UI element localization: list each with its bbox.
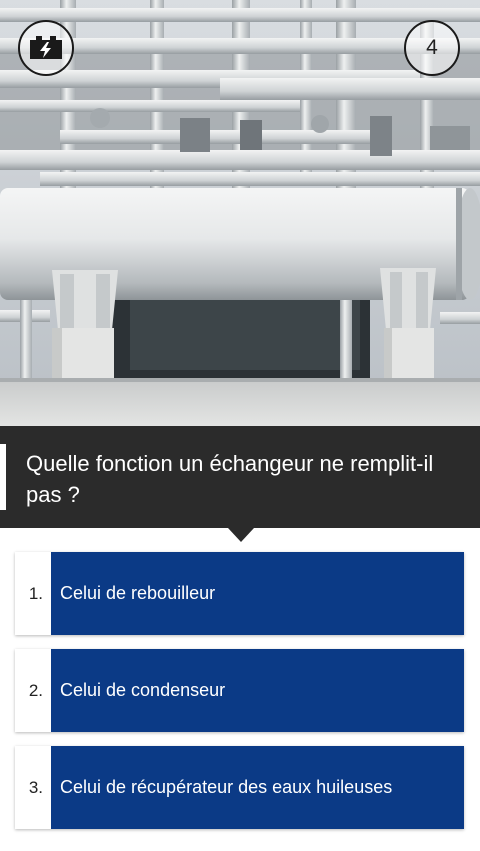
question-text: Quelle fonction un échangeur ne remplit-… xyxy=(26,451,434,507)
question-counter: 4 xyxy=(404,20,460,76)
quiz-screen: 4 Quelle fonction un échangeur ne rempli… xyxy=(0,0,480,851)
heat-exchanger-photo: 4 xyxy=(0,0,480,426)
answer-number: 1. xyxy=(15,552,51,635)
answer-label: Celui de condenseur xyxy=(51,649,464,732)
question-number: 4 xyxy=(426,36,438,59)
question-pointer xyxy=(228,528,254,542)
answer-number: 3. xyxy=(15,746,51,829)
answer-number: 2. xyxy=(15,649,51,732)
answer-option-2[interactable]: 2. Celui de condenseur xyxy=(15,649,464,732)
answer-label: Celui de récupérateur des eaux huileuses xyxy=(51,746,464,829)
question-banner: Quelle fonction un échangeur ne remplit-… xyxy=(0,426,480,528)
battery-button[interactable] xyxy=(18,20,74,76)
answer-label: Celui de rebouilleur xyxy=(51,552,464,635)
answer-option-3[interactable]: 3. Celui de récupérateur des eaux huileu… xyxy=(15,746,464,829)
answer-option-1[interactable]: 1. Celui de rebouilleur xyxy=(15,552,464,635)
question-accent-bar xyxy=(0,444,6,510)
battery-charging-icon xyxy=(29,36,63,60)
